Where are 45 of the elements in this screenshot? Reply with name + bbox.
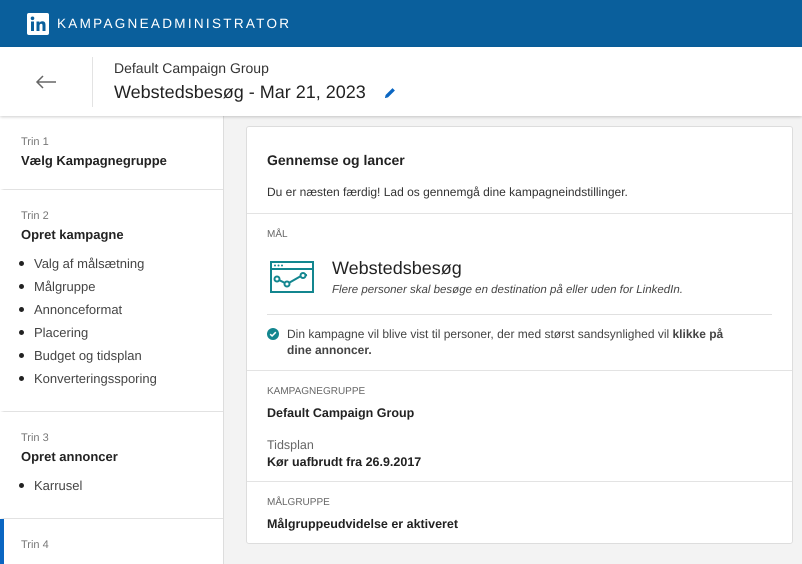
bullet-icon: [19, 376, 24, 381]
step-item[interactable]: Karrusel: [34, 478, 82, 493]
card-title: Gennemse og lancer: [267, 152, 406, 168]
check-circle-icon: [267, 328, 279, 340]
step-item[interactable]: Valg af målsætning: [34, 256, 144, 271]
goal-note: Din kampagne vil blive vist til personer, der med størst sandsynlighed vil klikke på dine annoncer.: [287, 326, 724, 358]
step-item[interactable]: Placering: [34, 325, 88, 340]
bullet-icon: [19, 353, 24, 358]
step-item[interactable]: Målgruppe: [34, 279, 96, 294]
campaign-group-name: Default Campaign Group: [114, 60, 270, 76]
intro-text: Du er næsten færdig! Lad os gennemgå dine kampagneindstillinger.: [267, 185, 629, 199]
edit-pencil-icon[interactable]: [384, 86, 396, 98]
goal-description: Flere personer skal besøge en destination på eller uden for LinkedIn.: [332, 284, 683, 296]
campaign-group-value: Default Campaign Group: [267, 406, 416, 420]
step-title: Opret annoncer: [21, 449, 119, 464]
bullet-icon: [19, 483, 24, 488]
bullet-icon: [19, 261, 24, 266]
step-item[interactable]: Budget og tidsplan: [34, 348, 142, 363]
step-number: Trin 3: [21, 432, 50, 444]
section-heading: MÅL: [267, 229, 289, 240]
schedule-value: Kør uafbrudt fra 26.9.2017: [267, 455, 422, 469]
back-arrow-icon: [35, 74, 57, 88]
audience-value: Målgruppeudvidelse er aktiveret: [267, 517, 460, 531]
step-section[interactable]: Trin 4: [0, 519, 223, 564]
schedule-label: Tidsplan: [267, 438, 315, 452]
step-number: Trin 1: [21, 136, 50, 148]
bullet-icon: [19, 307, 24, 312]
step-number: Trin 2: [21, 210, 50, 222]
step-section[interactable]: Trin 2 Opret kampagne Valg af målsætning Målgruppe Annonceformat Placering Budget og tidsplan Konverteringssporing: [0, 190, 223, 412]
section-heading: KAMPAGNEGRUPPE: [267, 386, 366, 397]
bullet-icon: [19, 284, 24, 289]
step-number: Trin 4: [21, 539, 50, 551]
logo-icon: [27, 12, 49, 34]
step-title: Vælg Kampagnegruppe: [21, 153, 168, 168]
bullet-icon: [19, 330, 24, 335]
section-heading: MÅLGRUPPE: [267, 497, 331, 508]
step-item[interactable]: Konverteringssporing: [34, 371, 157, 386]
app-title: KAMPAGNEADMINISTRATOR: [57, 16, 292, 31]
goal-name: Webstedsbesøg: [332, 258, 463, 279]
campaign-name: Webstedsbesøg - Mar 21, 2023: [114, 82, 366, 103]
step-item[interactable]: Annonceformat: [34, 302, 122, 317]
step-section[interactable]: Trin 3 Opret annoncer Karrusel: [0, 412, 223, 519]
step-title: Opret kampagne: [21, 227, 125, 242]
step-section[interactable]: Trin 1 Vælg Kampagnegruppe: [0, 116, 223, 190]
browser-chart-icon: [270, 261, 314, 293]
